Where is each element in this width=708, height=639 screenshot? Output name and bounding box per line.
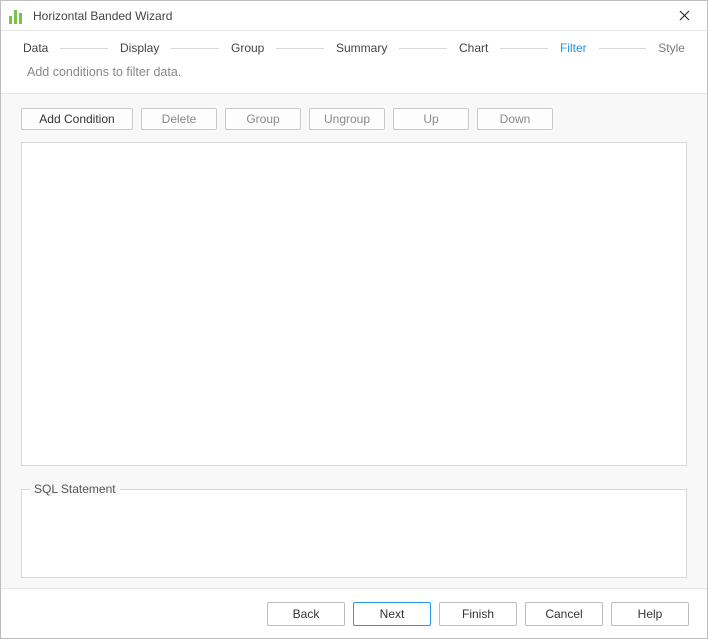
- back-button[interactable]: Back: [267, 602, 345, 626]
- step-separator: [171, 48, 219, 49]
- step-summary[interactable]: Summary: [334, 41, 389, 55]
- step-display[interactable]: Display: [118, 41, 161, 55]
- window-title: Horizontal Banded Wizard: [33, 9, 172, 23]
- close-button[interactable]: [667, 3, 701, 29]
- next-button[interactable]: Next: [353, 602, 431, 626]
- close-icon: [679, 10, 690, 21]
- step-data[interactable]: Data: [21, 41, 50, 55]
- wizard-window: Horizontal Banded Wizard Data Display Gr…: [0, 0, 708, 639]
- help-button[interactable]: Help: [611, 602, 689, 626]
- step-separator: [399, 48, 447, 49]
- finish-button[interactable]: Finish: [439, 602, 517, 626]
- step-bar: Data Display Group Summary Chart Filter …: [1, 31, 707, 63]
- sql-statement-legend: SQL Statement: [30, 482, 120, 496]
- step-filter[interactable]: Filter: [558, 41, 589, 55]
- ungroup-button[interactable]: Ungroup: [309, 108, 385, 130]
- group-button[interactable]: Group: [225, 108, 301, 130]
- step-separator: [500, 48, 548, 49]
- step-chart[interactable]: Chart: [457, 41, 490, 55]
- step-group[interactable]: Group: [229, 41, 266, 55]
- cancel-button[interactable]: Cancel: [525, 602, 603, 626]
- wizard-body: Add Condition Delete Group Ungroup Up Do…: [1, 94, 707, 588]
- title-bar: Horizontal Banded Wizard: [1, 1, 707, 31]
- step-style[interactable]: Style: [656, 41, 687, 55]
- step-instruction: Add conditions to filter data.: [1, 63, 707, 94]
- down-button[interactable]: Down: [477, 108, 553, 130]
- wizard-footer: Back Next Finish Cancel Help: [1, 588, 707, 638]
- add-condition-button[interactable]: Add Condition: [21, 108, 133, 130]
- app-icon: [9, 8, 25, 24]
- delete-button[interactable]: Delete: [141, 108, 217, 130]
- step-separator: [276, 48, 324, 49]
- step-separator: [60, 48, 108, 49]
- sql-statement-group: SQL Statement: [21, 482, 687, 578]
- conditions-panel[interactable]: [21, 142, 687, 466]
- filter-toolbar: Add Condition Delete Group Ungroup Up Do…: [21, 108, 687, 130]
- step-separator: [599, 48, 647, 49]
- up-button[interactable]: Up: [393, 108, 469, 130]
